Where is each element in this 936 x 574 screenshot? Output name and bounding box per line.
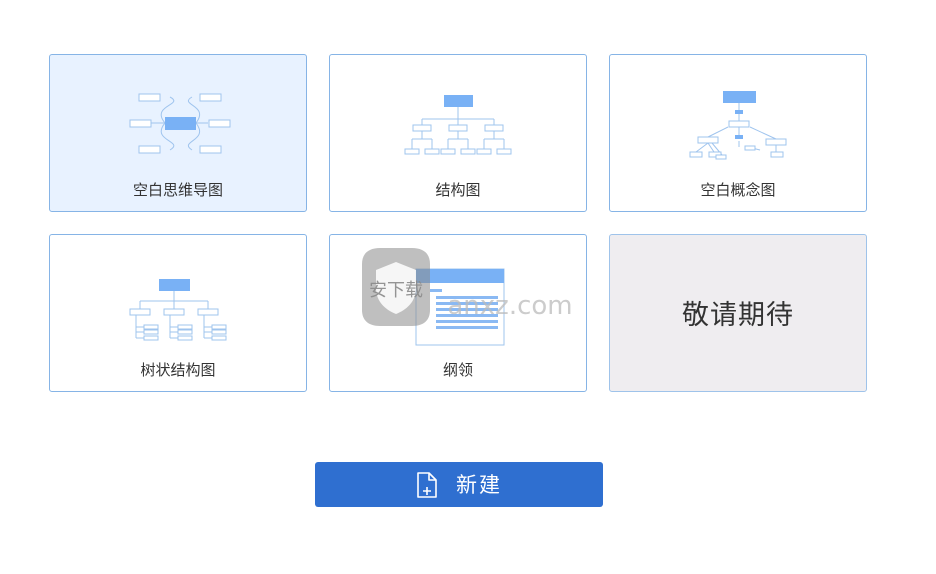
new-file-icon [417,471,437,498]
new-button-label: 新建 [456,472,502,497]
template-picker: 空白思维导图 结构图 空白概念图 树状结构图 纲领 敬请期待 安下载 anxz.… [0,0,936,574]
template-label: 结构图 [435,181,481,199]
template-card-blank-mindmap[interactable]: 空白思维导图 [49,54,307,212]
template-label: 树状结构图 [140,361,216,379]
coming-soon-text: 敬请期待 [682,300,794,331]
template-label: 空白思维导图 [132,181,223,199]
template-card-tree-structure[interactable]: 树状结构图 [49,234,307,392]
template-card-structure[interactable]: 结构图 [329,54,587,212]
template-label: 空白概念图 [700,181,776,199]
coming-soon-card: 敬请期待 [609,234,867,392]
template-card-outline[interactable]: 纲领 [329,234,587,392]
template-label: 纲领 [442,361,473,379]
new-button[interactable]: 新建 [315,462,603,507]
template-card-blank-concept[interactable]: 空白概念图 [609,54,867,212]
